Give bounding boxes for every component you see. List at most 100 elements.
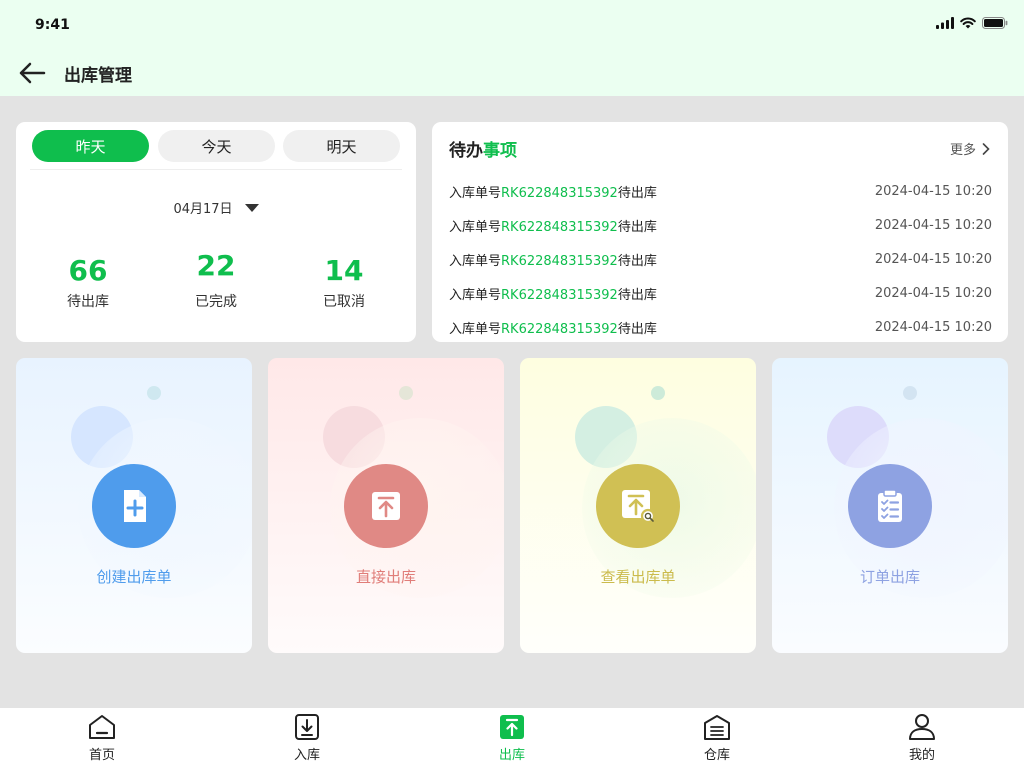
action-direct-outbound[interactable]: 直接出库 [268,358,504,653]
todo-text: 入库单号RK622848315392待出库 [449,284,657,303]
tab-inbound[interactable]: 入库 [267,712,347,766]
action-order-outbound[interactable]: 订单出库 [772,358,1008,653]
signal-icon [936,17,954,29]
stat-label: 已完成 [195,294,237,310]
todo-prefix: 入库单号 [449,287,502,303]
todo-datetime: 2024-04-15 10:20 [875,252,992,267]
battery-icon [982,17,1008,29]
todo-title-highlight: 事项 [483,141,517,161]
action-icon-circle [848,464,932,548]
stat-value: 22 [196,249,236,282]
action-icon-circle [596,464,680,548]
stat-value: 66 [68,254,108,287]
action-icon-circle [92,464,176,548]
todo-text: 入库单号RK622848315392待出库 [449,182,657,201]
todo-date: 2024-04-15 [874,217,951,233]
action-label: 创建出库单 [96,568,172,586]
decor-dot [903,386,917,400]
action-label: 查看出库单 [600,568,676,586]
status-time: 9:41 [35,17,70,33]
stats-card: 昨天 今天 明天 04月17日 66 待出库 22 已完成 14 已取消 [16,122,416,342]
todo-suffix: 待出库 [617,253,657,269]
back-button[interactable] [16,58,48,88]
tab-today[interactable]: 今天 [158,130,275,162]
tab-mine[interactable]: 我的 [882,712,962,766]
tab-label: 出库 [498,748,525,763]
todo-number: RK622848315392 [501,185,618,201]
tab-warehouse[interactable]: 仓库 [677,712,757,766]
todo-time: 10:20 [954,251,992,267]
action-view-outbound[interactable]: 查看出库单 [520,358,756,653]
todo-datetime: 2024-04-15 10:20 [875,320,992,335]
todo-prefix: 入库单号 [449,253,502,269]
tab-bar: 首页 入库 出库 仓库 我的 [0,708,1024,768]
todo-date: 2024-04-15 [874,285,951,301]
todo-text: 入库单号RK622848315392待出库 [449,250,657,269]
todo-suffix: 待出库 [617,321,657,337]
tab-label: 仓库 [703,748,730,763]
todo-prefix: 入库单号 [449,185,502,201]
todo-time: 10:20 [954,285,992,301]
clipboard-check-icon [878,489,902,522]
date-value: 04月17日 [173,202,233,217]
todo-datetime: 2024-04-15 10:20 [875,286,992,301]
todo-card: 待办事项 更多 入库单号RK622848315392待出库 2024-04-15… [432,122,1008,342]
todo-item[interactable]: 入库单号RK622848315392待出库 2024-04-15 10:20 [449,208,992,242]
todo-item[interactable]: 入库单号RK622848315392待出库 2024-04-15 10:20 [449,310,992,344]
todo-suffix: 待出库 [617,219,657,235]
user-icon [909,714,935,740]
todo-item[interactable]: 入库单号RK622848315392待出库 2024-04-15 10:20 [449,174,992,208]
todo-date: 2024-04-15 [874,251,951,267]
decor-dot [399,386,413,400]
search-upload-icon [622,490,656,524]
todo-title-prefix: 待办 [449,141,483,161]
todo-suffix: 待出库 [617,287,657,303]
todo-datetime: 2024-04-15 10:20 [875,218,992,233]
todo-text: 入库单号RK622848315392待出库 [449,216,657,235]
todo-number: RK622848315392 [501,287,618,303]
tab-tomorrow[interactable]: 明天 [283,130,400,162]
add-document-icon [124,490,146,522]
tab-yesterday[interactable]: 昨天 [32,130,149,162]
tab-outbound[interactable]: 出库 [472,712,552,766]
todo-date: 2024-04-15 [874,319,951,335]
upload-box-icon [372,492,400,520]
todo-date: 2024-04-15 [874,183,951,199]
todo-text: 入库单号RK622848315392待出库 [449,318,657,337]
action-label: 直接出库 [355,568,416,586]
todo-number: RK622848315392 [501,219,618,235]
more-label: 更多 [949,143,976,158]
todo-prefix: 入库单号 [449,321,502,337]
tab-divider [30,169,402,170]
outbound-icon [500,715,524,739]
stat-pending: 66 待出库 [28,254,148,311]
todo-title: 待办事项 [449,136,517,161]
decor-dot [147,386,161,400]
todo-datetime: 2024-04-15 10:20 [875,184,992,199]
todo-number: RK622848315392 [501,321,618,337]
todo-list: 入库单号RK622848315392待出库 2024-04-15 10:20 入… [449,174,992,344]
todo-suffix: 待出库 [617,185,657,201]
page-title: 出库管理 [64,66,132,86]
stat-completed: 22 已完成 [156,249,276,311]
more-link[interactable]: 更多 [950,139,990,158]
date-picker[interactable]: 04月17日 [16,198,416,217]
todo-time: 10:20 [954,319,992,335]
tab-home[interactable]: 首页 [62,712,142,766]
wifi-icon [960,17,976,29]
caret-down-icon [244,203,259,212]
action-create-outbound[interactable]: 创建出库单 [16,358,252,653]
todo-number: RK622848315392 [501,253,618,269]
status-icons [936,16,1008,30]
warehouse-icon [704,715,730,740]
todo-item[interactable]: 入库单号RK622848315392待出库 2024-04-15 10:20 [449,276,992,310]
tab-label: 首页 [88,748,115,763]
stat-label: 待出库 [67,294,109,310]
action-label: 订单出库 [859,568,920,586]
chevron-right-icon [982,142,990,155]
tab-label: 入库 [293,748,320,763]
stat-cancelled: 14 已取消 [284,254,404,311]
stat-label: 已取消 [323,294,365,310]
inbound-icon [295,714,319,740]
todo-item[interactable]: 入库单号RK622848315392待出库 2024-04-15 10:20 [449,242,992,276]
